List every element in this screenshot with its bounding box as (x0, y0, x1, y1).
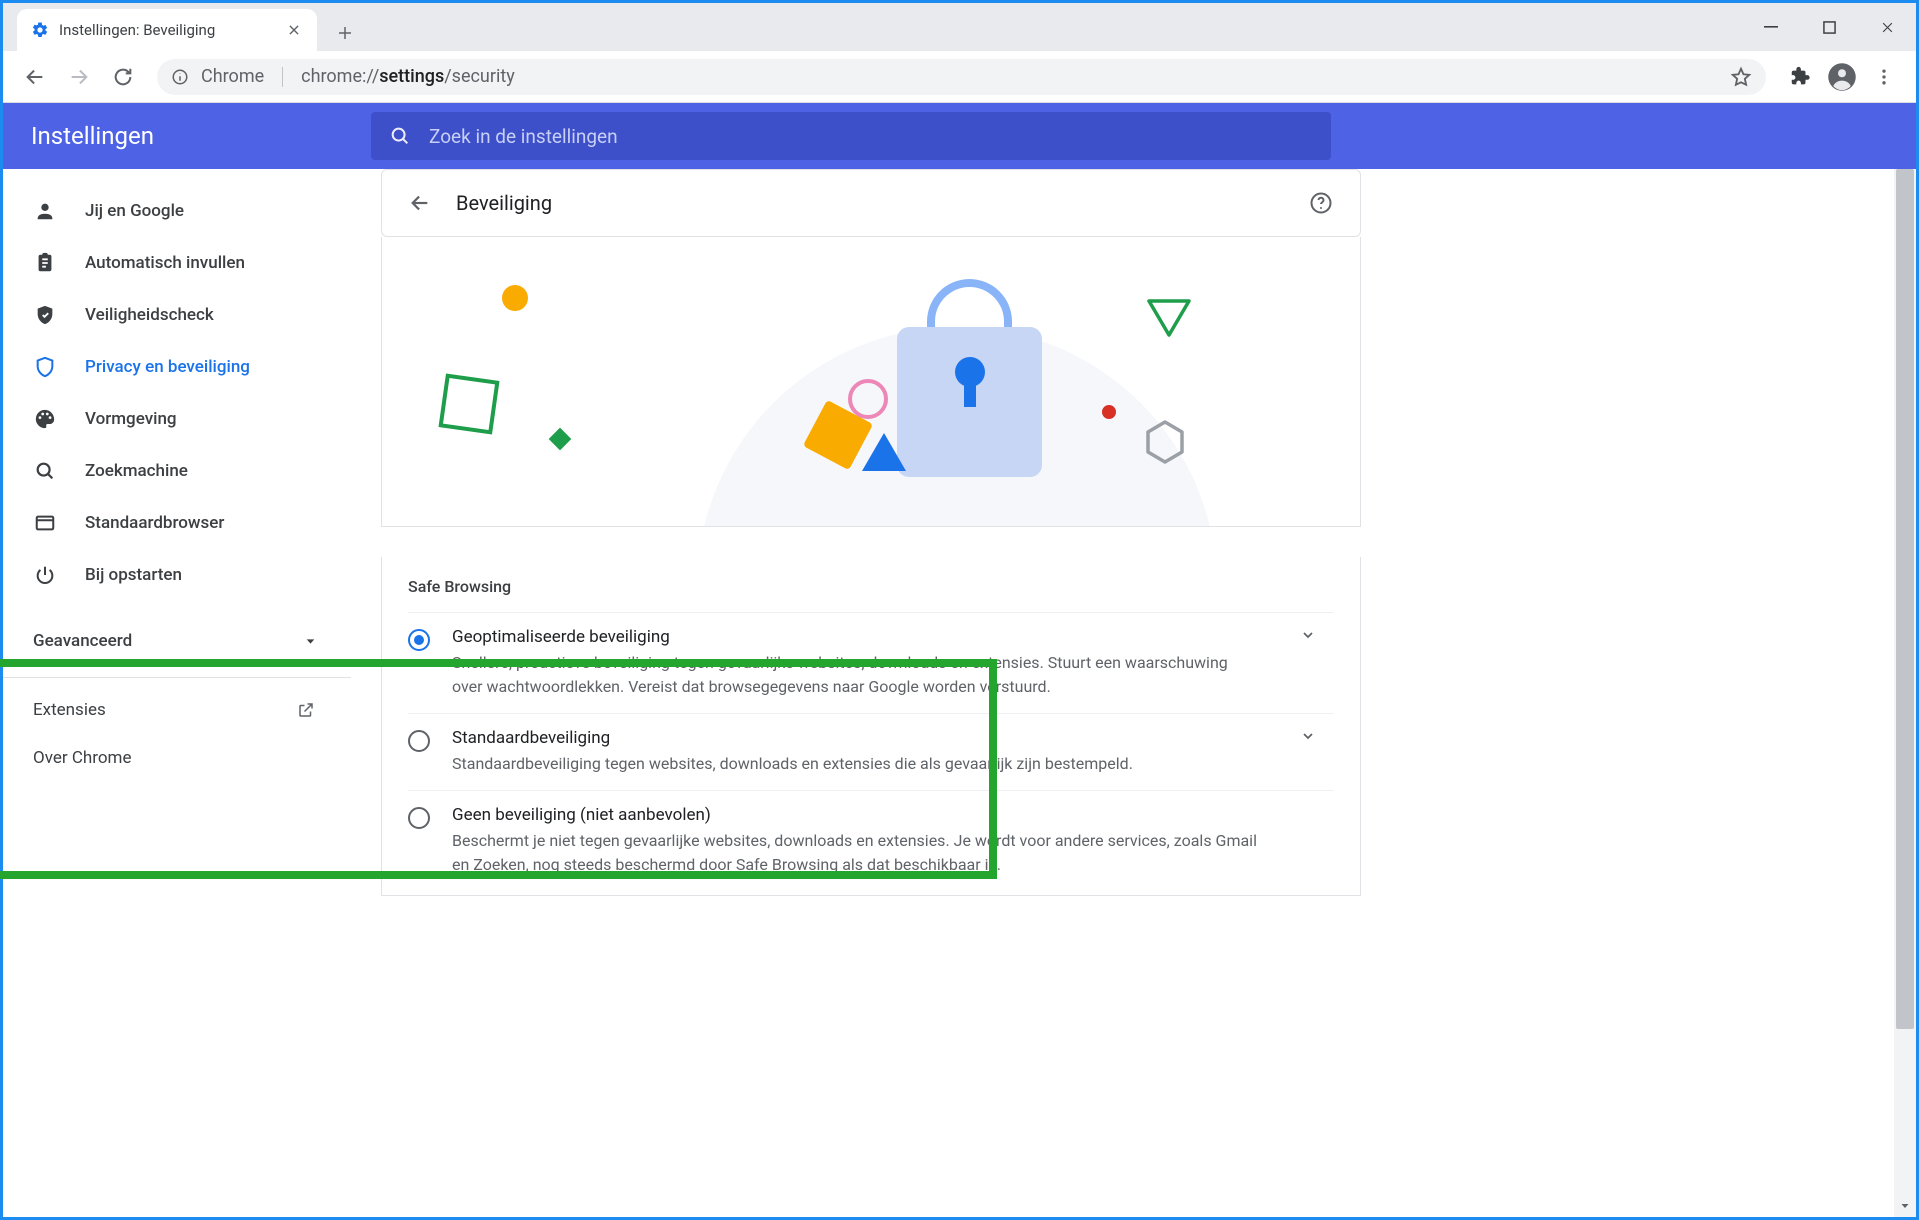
profile-avatar-icon[interactable] (1822, 57, 1862, 97)
option-title: Geen beveiliging (niet aanbevolen) (452, 805, 1260, 825)
sidebar-item-label: Jij en Google (85, 201, 184, 221)
option-enhanced-protection[interactable]: Geoptimaliseerde beveiliging Snellere, p… (408, 612, 1334, 713)
triangle-outline-icon (1145, 295, 1193, 339)
option-title: Geoptimaliseerde beveiliging (452, 627, 1260, 647)
option-title: Standaardbeveiliging (452, 728, 1260, 748)
scroll-down-icon[interactable] (1894, 1195, 1916, 1217)
browser-window: Instellingen: Beveiliging Chrome chrome:… (0, 0, 1919, 1220)
sidebar-extensions-link[interactable]: Extensies (3, 686, 351, 734)
close-tab-icon[interactable] (285, 21, 303, 39)
window-maximize-button[interactable] (1800, 3, 1858, 51)
bookmark-star-icon[interactable] (1730, 66, 1752, 88)
sidebar-item-label: Bij opstarten (85, 565, 182, 585)
sidebar-item-label: Standaardbrowser (85, 513, 224, 533)
radio-button[interactable] (408, 730, 430, 752)
palette-icon (33, 407, 57, 431)
scrollbar-track[interactable] (1894, 169, 1916, 1217)
external-link-icon (297, 701, 315, 719)
omnibox-chip: Chrome (201, 66, 264, 87)
option-description: Snellere, proactieve beveiliging tegen g… (452, 651, 1260, 699)
chevron-down-icon (304, 635, 317, 648)
page-header-card: Beveiliging (381, 169, 1361, 237)
section-title: Safe Browsing (408, 577, 1334, 596)
settings-panel: Beveiliging (381, 169, 1361, 1217)
radio-button[interactable] (408, 629, 430, 651)
site-info-icon[interactable] (171, 68, 189, 86)
clipboard-icon (33, 251, 57, 275)
browser-window-icon (33, 511, 57, 535)
hero-illustration (381, 237, 1361, 527)
gear-icon (31, 21, 49, 39)
search-icon (33, 459, 57, 483)
sidebar-item-label: Veiligheidscheck (85, 305, 214, 325)
person-icon (33, 199, 57, 223)
settings-main: Beveiliging (351, 169, 1916, 1217)
option-no-protection[interactable]: Geen beveiliging (niet aanbevolen) Besch… (408, 790, 1334, 891)
settings-search-input[interactable]: Zoek in de instellingen (371, 112, 1331, 160)
shield-icon (33, 355, 57, 379)
shield-check-icon (33, 303, 57, 327)
window-controls (1742, 3, 1916, 51)
option-standard-protection[interactable]: Standaardbeveiliging Standaardbeveiligin… (408, 713, 1334, 790)
window-minimize-button[interactable] (1742, 3, 1800, 51)
scrollbar-thumb[interactable] (1896, 169, 1914, 1029)
sidebar-item-label: Vormgeving (85, 409, 177, 429)
radio-button[interactable] (408, 807, 430, 829)
help-icon[interactable] (1308, 190, 1334, 216)
sidebar-item-you-and-google[interactable]: Jij en Google (3, 185, 351, 237)
hexagon-outline-icon (1142, 419, 1188, 465)
titlebar: Instellingen: Beveiliging (3, 3, 1916, 51)
extensions-icon[interactable] (1780, 57, 1820, 97)
sidebar-item-label: Privacy en beveiliging (85, 357, 250, 377)
settings-header: Instellingen Zoek in de instellingen (3, 103, 1916, 169)
sidebar-item-autofill[interactable]: Automatisch invullen (3, 237, 351, 289)
window-close-button[interactable] (1858, 3, 1916, 51)
page-back-button[interactable] (408, 191, 432, 215)
safe-browsing-section: Safe Browsing Geoptimaliseerde beveiligi… (381, 557, 1361, 896)
power-icon (33, 563, 57, 587)
sidebar-item-safety-check[interactable]: Veiligheidscheck (3, 289, 351, 341)
settings-body: Jij en Google Automatisch invullen Veili… (3, 169, 1916, 1217)
option-description: Beschermt je niet tegen gevaarlijke webs… (452, 829, 1260, 877)
expand-button[interactable] (1282, 627, 1334, 643)
settings-title: Instellingen (31, 122, 371, 150)
settings-search-placeholder: Zoek in de instellingen (429, 125, 618, 148)
sidebar-item-label: Automatisch invullen (85, 253, 245, 273)
nav-back-button[interactable] (15, 57, 55, 97)
sidebar-item-default-browser[interactable]: Standaardbrowser (3, 497, 351, 549)
page-title: Beveiliging (456, 191, 1284, 215)
sidebar-item-privacy-security[interactable]: Privacy en beveiliging (3, 341, 351, 393)
chrome-menu-icon[interactable] (1864, 57, 1904, 97)
new-tab-button[interactable] (327, 15, 363, 51)
omnibox-url: chrome://settings/security (301, 66, 515, 87)
sidebar-item-search-engine[interactable]: Zoekmachine (3, 445, 351, 497)
nav-forward-button[interactable] (59, 57, 99, 97)
option-description: Standaardbeveiliging tegen websites, dow… (452, 752, 1260, 776)
nav-reload-button[interactable] (103, 57, 143, 97)
sidebar-advanced-toggle[interactable]: Geavanceerd (3, 615, 351, 667)
sidebar-item-appearance[interactable]: Vormgeving (3, 393, 351, 445)
sidebar-about-chrome[interactable]: Over Chrome (3, 734, 351, 782)
omnibox[interactable]: Chrome chrome://settings/security (157, 59, 1766, 95)
sidebar-item-on-startup[interactable]: Bij opstarten (3, 549, 351, 601)
settings-sidebar: Jij en Google Automatisch invullen Veili… (3, 169, 351, 1217)
browser-tab[interactable]: Instellingen: Beveiliging (17, 9, 317, 51)
tab-title: Instellingen: Beveiliging (59, 21, 275, 39)
sidebar-item-label: Zoekmachine (85, 461, 188, 481)
expand-button[interactable] (1282, 728, 1334, 744)
omnibox-separator (282, 67, 283, 87)
toolbar: Chrome chrome://settings/security (3, 51, 1916, 103)
